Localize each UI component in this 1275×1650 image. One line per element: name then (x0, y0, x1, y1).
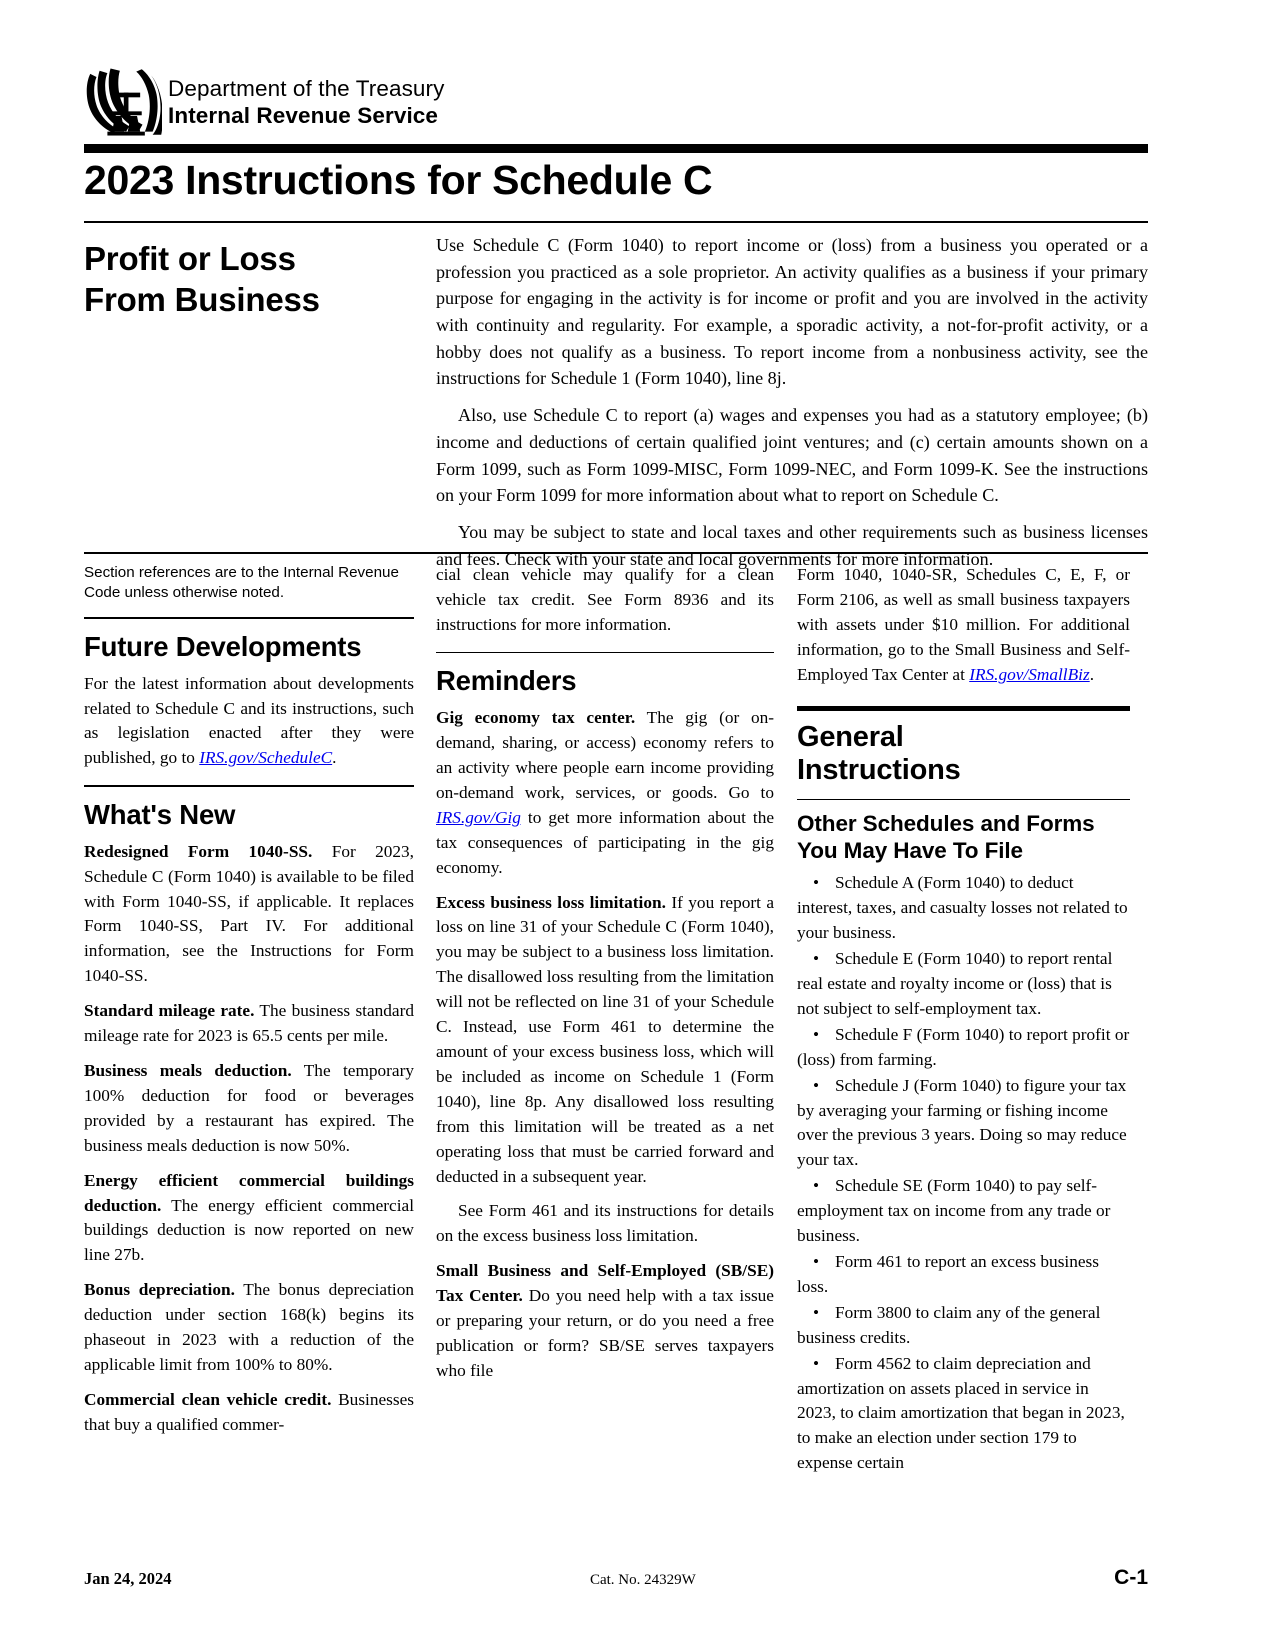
document-subtitle: Profit or Loss From Business (84, 240, 320, 319)
bullet-text: Form 4562 to claim depreciation and amor… (797, 1353, 1125, 1473)
agency-label: Internal Revenue Service (168, 103, 439, 128)
runin-label: Business meals deduction. (84, 1060, 292, 1080)
bullet-icon: • (812, 1024, 820, 1044)
runin-label: Excess business loss limitation. (436, 892, 666, 912)
bullet-schedule-j: • Schedule J (Form 1040) to figure your t… (797, 1074, 1130, 1174)
intro-paragraph-1: Use Schedule C (Form 1040) to report inc… (436, 235, 1148, 389)
bullet-text: Schedule A (Form 1040) to deduct interes… (797, 873, 1128, 943)
item-gig-economy-tax-center: Gig economy tax center. The gig (or on-d… (436, 706, 774, 880)
header-divider (84, 144, 1148, 153)
irs-instructions-page: Department of the Treasury Internal Reve… (0, 0, 1275, 1650)
divider-whats-new (84, 785, 414, 787)
future-developments-paragraph: For the latest information about develop… (84, 672, 414, 772)
bullet-icon: • (812, 873, 820, 893)
runin-label: Standard mileage rate. (84, 1001, 255, 1021)
column-left: Section references are to the Internal R… (84, 563, 414, 1438)
item-body: If you report a loss on line 31 of your … (436, 892, 774, 1186)
runin-label: Bonus depreciation. (84, 1280, 235, 1300)
title-divider (84, 221, 1148, 223)
bullet-icon: • (812, 1353, 820, 1373)
intro-paragraph-2: Also, use Schedule C to report (a) wages… (436, 405, 1148, 506)
footer-catalog-number: Cat. No. 24329W (589, 1572, 696, 1588)
intro-text-block: Use Schedule C (Form 1040) to report inc… (436, 232, 1148, 572)
item-business-meals-deduction: Business meals deduction. The temporary … (84, 1059, 414, 1159)
heading-general-instructions: General Instructions (797, 720, 961, 787)
bullet-form-4562: • Form 4562 to claim depreciation and amo… (797, 1352, 1130, 1477)
bullet-icon: • (812, 1251, 820, 1271)
divider-other-schedules (797, 798, 1130, 801)
item-bonus-depreciation: Bonus depreciation. The bonus depreciati… (84, 1278, 414, 1378)
section-references-note: Section references are to the Internal R… (84, 564, 399, 602)
item-energy-efficient-buildings: Energy efficient commercial buildings de… (84, 1169, 414, 1269)
bullet-text: Schedule SE (Form 1040) to pay self-empl… (797, 1176, 1111, 1246)
paragraph-form-461: See Form 461 and its instructions for de… (436, 1201, 774, 1246)
page-footer: Jan 24, 2024 Cat. No. 24329W C-1 (84, 1566, 1148, 1590)
heading-future-developments: Future Developments (84, 630, 362, 662)
irs-gov-gig-link[interactable]: IRS.gov/Gig (436, 808, 521, 827)
bullet-schedule-f: • Schedule F (Form 1040) to report profit… (797, 1023, 1130, 1073)
runin-label: Gig economy tax center. (436, 708, 636, 728)
divider-future-developments (84, 617, 414, 619)
column-middle: cial clean vehicle may qualify for a cle… (436, 563, 774, 1384)
irs-eagle-seal-icon (86, 68, 162, 136)
item-sbse-tax-center: Small Business and Self-Employed (SB/SE)… (436, 1259, 774, 1384)
page-title: 2023 Instructions for Schedule C (84, 157, 713, 203)
item-body: For 2023, Schedule C (Form 1040) is avai… (84, 841, 414, 986)
footer-page-number: C-1 (1114, 1566, 1148, 1589)
bullet-text: Form 461 to report an excess business lo… (797, 1251, 1099, 1296)
item-standard-mileage-rate: Standard mileage rate. The business stan… (84, 999, 414, 1049)
irs-gov-schedulec-link[interactable]: IRS.gov/ScheduleC (199, 748, 332, 767)
bullet-icon: • (812, 1302, 820, 1322)
bullet-icon: • (812, 949, 820, 969)
item-excess-business-loss-limitation: Excess business loss limitation. If you … (436, 891, 774, 1190)
bullet-form-461: • Form 461 to report an excess business l… (797, 1250, 1130, 1300)
other-schedules-bullet-list: • Schedule A (Form 1040) to deduct intere… (797, 871, 1130, 1476)
continuation-clean-vehicle: cial clean vehicle may qualify for a cle… (436, 565, 774, 634)
continuation-text-after: . (1089, 664, 1095, 684)
heading-reminders: Reminders (436, 665, 577, 697)
bullet-text: Schedule J (Form 1040) to figure your ta… (797, 1075, 1127, 1170)
divider-reminders (436, 651, 774, 654)
runin-label: Commercial clean vehicle credit. (84, 1389, 332, 1409)
continuation-sbse: Form 1040, 1040-SR, Schedules C, E, F, o… (797, 563, 1130, 688)
future-developments-text-after: . (332, 748, 337, 768)
bullet-schedule-e: • Schedule E (Form 1040) to report rental… (797, 947, 1130, 1022)
bullet-schedule-se: • Schedule SE (Form 1040) to pay self-emp… (797, 1174, 1130, 1249)
bullet-icon: • (812, 1075, 820, 1095)
department-label: Department of the Treasury (168, 76, 445, 102)
item-redesigned-1040ss: Redesigned Form 1040-SS. For 2023, Sched… (84, 840, 414, 989)
bullet-text: Schedule E (Form 1040) to report rental … (797, 949, 1113, 1018)
intro-divider (84, 552, 1148, 554)
column-right: Form 1040, 1040-SR, Schedules C, E, F, o… (797, 563, 1130, 1476)
bullet-text: Form 3800 to claim any of the general bu… (797, 1302, 1101, 1347)
bullet-icon: • (812, 1176, 820, 1196)
runin-label: Redesigned Form 1040-SS. (84, 841, 313, 861)
item-commercial-clean-vehicle-credit: Commercial clean vehicle credit. Busines… (84, 1388, 414, 1438)
bullet-schedule-a: • Schedule A (Form 1040) to deduct intere… (797, 871, 1130, 946)
heading-whats-new: What's New (84, 798, 236, 830)
bullet-text: Schedule F (Form 1040) to report profit … (797, 1024, 1130, 1069)
agency-name-block: Department of the Treasury Internal Reve… (168, 74, 444, 129)
heading-other-schedules-and-forms: Other Schedules and Forms You May Have T… (797, 811, 1095, 864)
bullet-form-3800: • Form 3800 to claim any of the general b… (797, 1301, 1130, 1351)
divider-general-instructions (797, 705, 1130, 711)
footer-revision-date: Jan 24, 2024 (84, 1569, 172, 1588)
document-header: Department of the Treasury Internal Reve… (84, 66, 1148, 138)
irs-gov-smallbiz-link[interactable]: IRS.gov/SmallBiz (969, 665, 1089, 684)
